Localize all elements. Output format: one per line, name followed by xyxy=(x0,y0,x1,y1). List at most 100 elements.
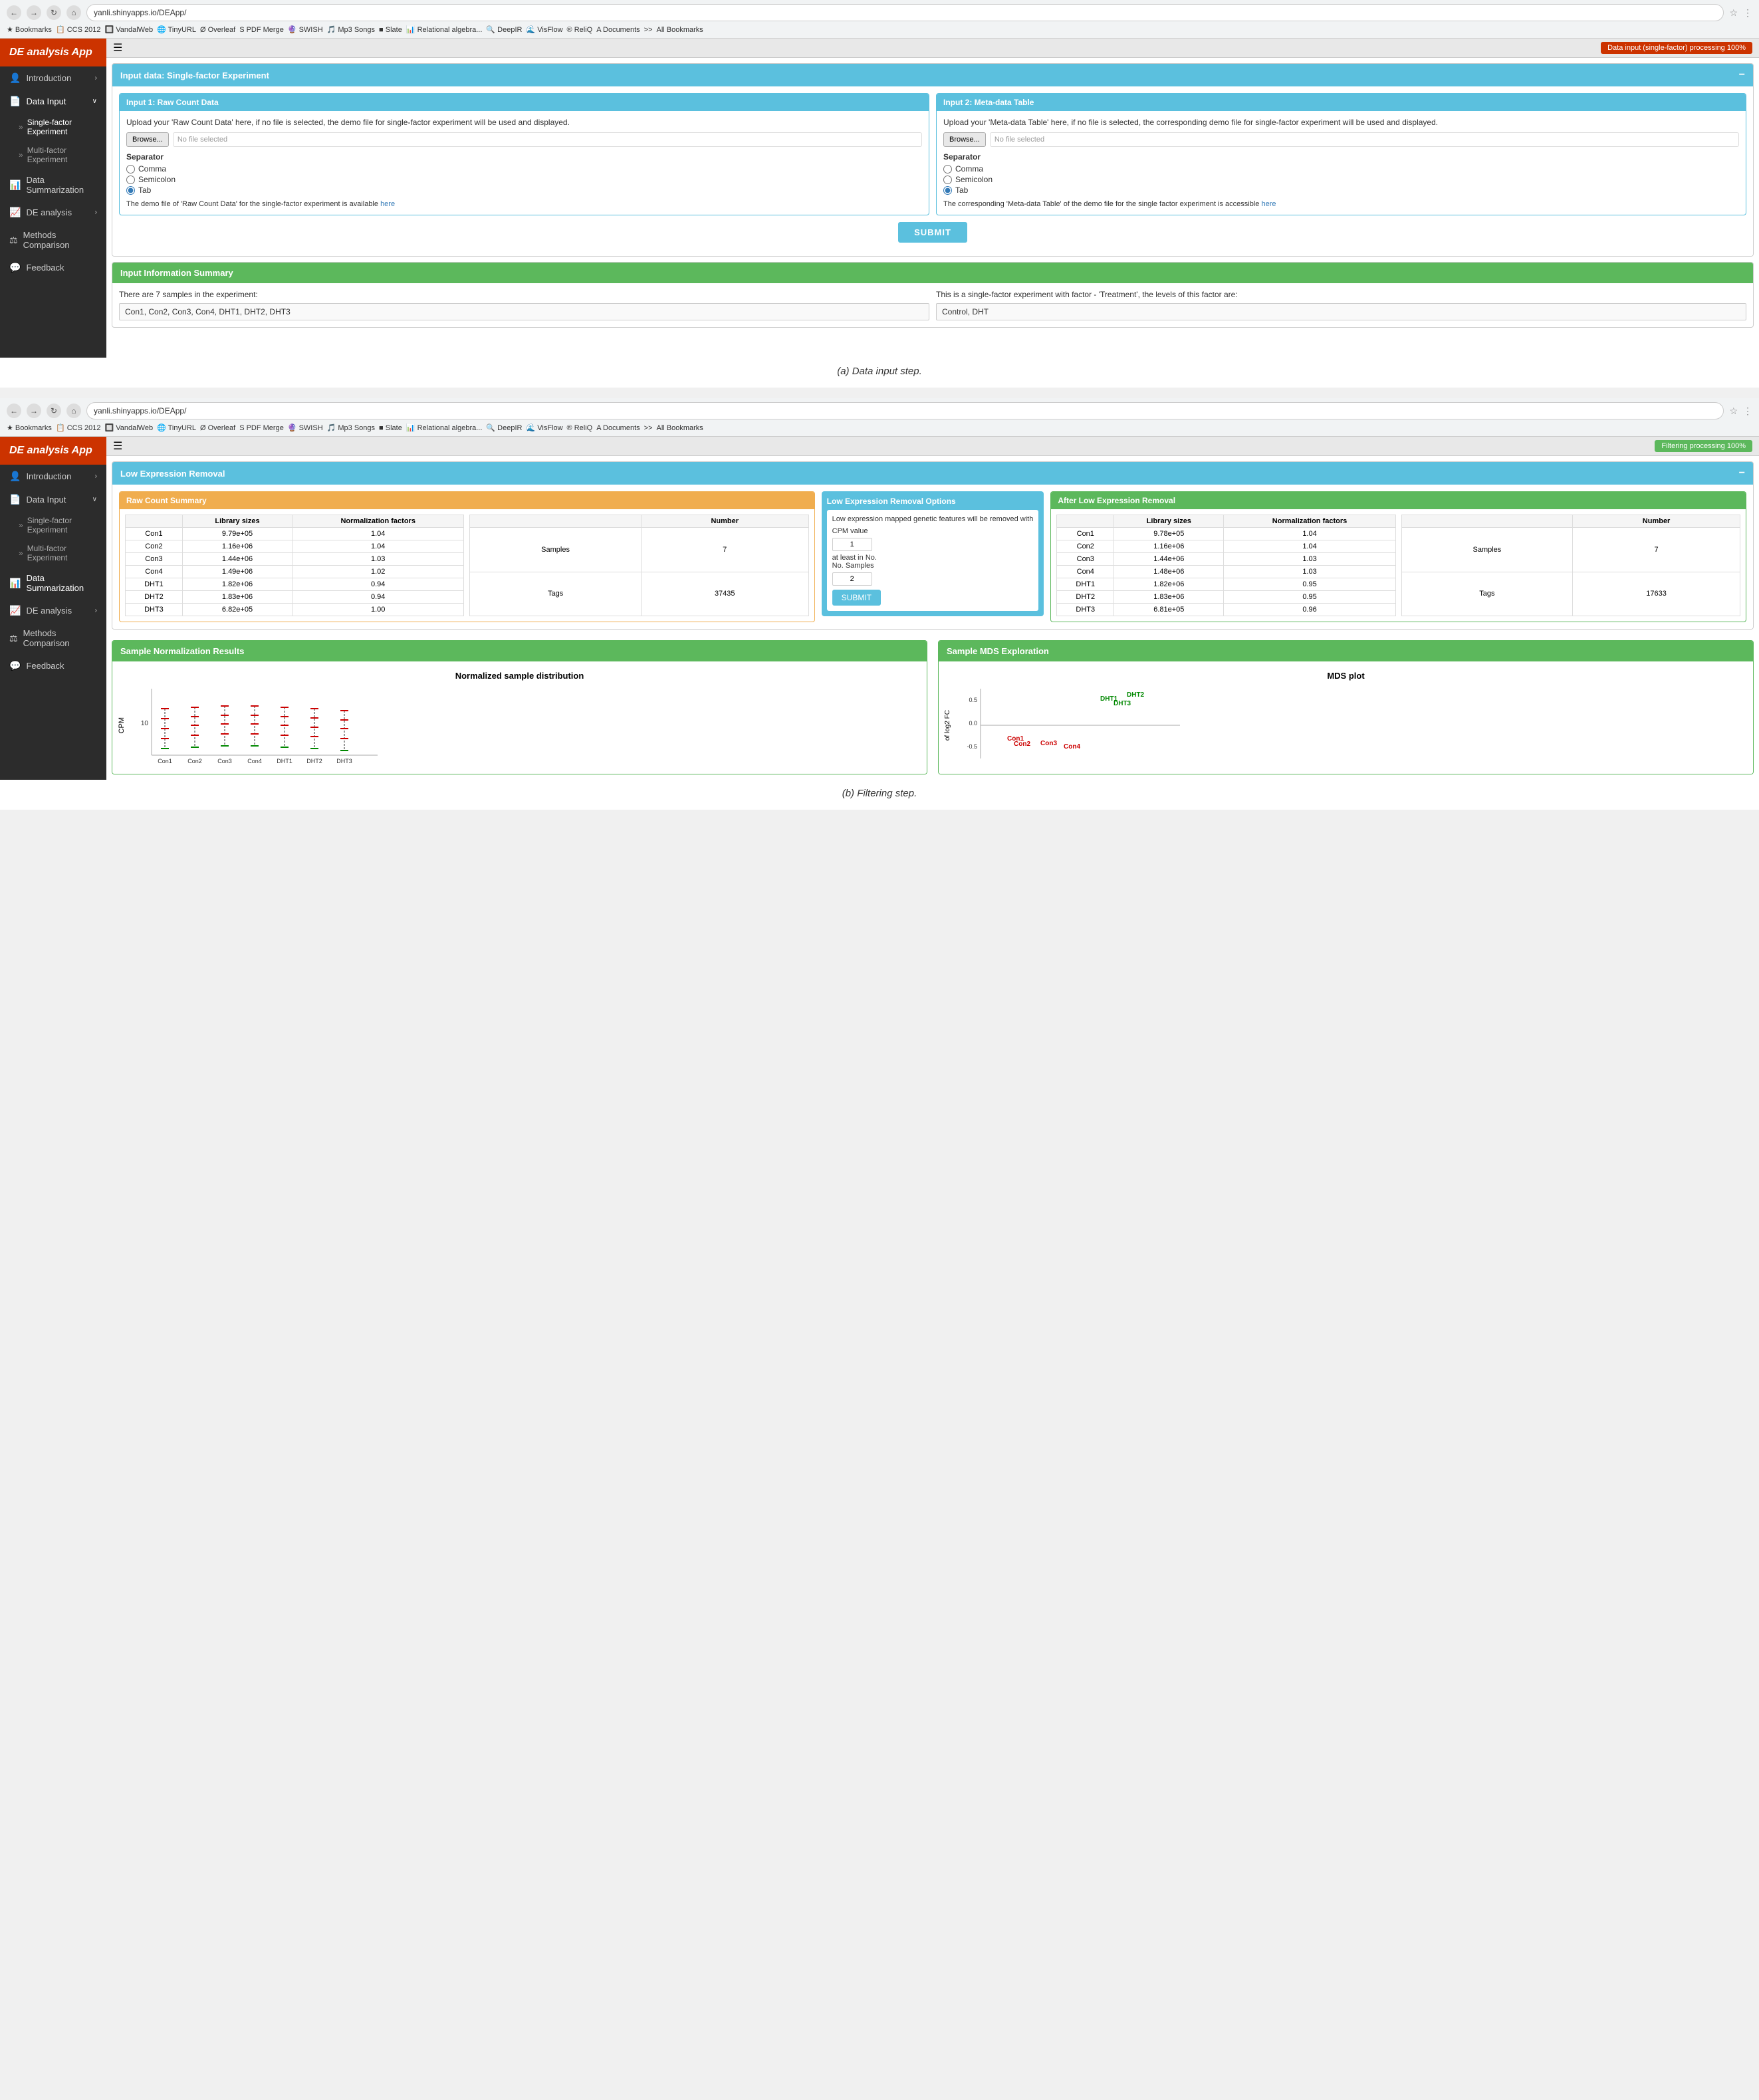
hamburger-btn-2[interactable]: ☰ xyxy=(113,439,122,453)
bookmark-visflow-2[interactable]: 🌊 VisFlow xyxy=(526,423,562,432)
bookmark-mp3[interactable]: 🎵 Mp3 Songs xyxy=(327,25,375,34)
bookmark-pdfmerge-2[interactable]: S PDF Merge xyxy=(239,424,284,432)
bookmark-vandalweb-2[interactable]: 🔲 VandalWeb xyxy=(104,423,153,432)
demo-link-2[interactable]: here xyxy=(1261,200,1276,208)
radio-input-semicolon-2[interactable] xyxy=(943,175,952,184)
back-btn[interactable]: ← xyxy=(7,5,21,20)
demo-text-1: The demo file of 'Raw Count Data' for th… xyxy=(126,200,922,208)
le-submit-btn[interactable]: SUBMIT xyxy=(832,590,881,606)
chevron-down-icon: ∨ xyxy=(92,98,97,105)
bookmark-overleaf[interactable]: Ø Overleaf xyxy=(200,26,235,34)
sidebar2-item-feedback[interactable]: 💬 Feedback xyxy=(0,654,106,677)
radio-input-comma-2[interactable] xyxy=(943,165,952,174)
radio-input-semicolon-1[interactable] xyxy=(126,175,135,184)
bookmark-all-2[interactable]: All Bookmarks xyxy=(657,424,703,432)
browse-btn-1[interactable]: Browse... xyxy=(126,132,169,147)
sidebar2-item-methods-comparison[interactable]: ⚖ Methods Comparison xyxy=(0,622,106,654)
panel-header-input: Input data: Single-factor Experiment − xyxy=(112,64,1753,86)
svg-text:-0.5: -0.5 xyxy=(967,743,977,750)
sidebar-subitem-single-factor[interactable]: Single-factor Experiment xyxy=(0,113,106,141)
panel-collapse-btn[interactable]: − xyxy=(1739,69,1745,81)
table-row: Samples7 xyxy=(470,528,808,572)
raw-count-card: Raw Count Summary Library sizes xyxy=(119,491,815,622)
col-norm-factor-ar: Normalization factors xyxy=(1224,515,1395,528)
col-ar-label xyxy=(1401,515,1573,528)
chevron-right-icon-2: › xyxy=(95,607,97,614)
sidebar2-subitem-multi-factor[interactable]: Multi-factor Experiment xyxy=(0,539,106,567)
forward-btn[interactable]: → xyxy=(27,5,41,20)
radio-tab-1[interactable]: Tab xyxy=(126,185,922,195)
refresh-btn-2[interactable]: ↻ xyxy=(47,404,61,418)
back-btn-2[interactable]: ← xyxy=(7,404,21,418)
no-samples-label2: No. Samples xyxy=(832,562,874,570)
bookmark-overleaf-2[interactable]: Ø Overleaf xyxy=(200,424,235,432)
bookmark-relational[interactable]: 📊 Relational algebra... xyxy=(406,25,483,34)
bookmark-swish-2[interactable]: 🔮 SWISH xyxy=(288,423,323,432)
home-btn[interactable]: ⌂ xyxy=(66,5,81,20)
input-card-2: Input 2: Meta-data Table Upload your 'Me… xyxy=(936,93,1746,215)
bookmark-relational-2[interactable]: 📊 Relational algebra... xyxy=(406,423,483,432)
sidebar-subitem-multi-factor[interactable]: Multi-factor Experiment xyxy=(0,141,106,169)
bookmarks-label[interactable]: ★ Bookmarks xyxy=(7,25,52,34)
bookmarks-label-2[interactable]: ★ Bookmarks xyxy=(7,423,52,432)
sidebar-item-de-analysis[interactable]: 📈 DE analysis › xyxy=(0,201,106,224)
svg-text:0.0: 0.0 xyxy=(969,720,977,727)
bookmark-deepir[interactable]: 🔍 DeepIR xyxy=(486,25,522,34)
radio-tab-2[interactable]: Tab xyxy=(943,185,1739,195)
home-btn-2[interactable]: ⌂ xyxy=(66,404,81,418)
radio-semicolon-2[interactable]: Semicolon xyxy=(943,175,1739,184)
bookmark-deepir-2[interactable]: 🔍 DeepIR xyxy=(486,423,522,432)
sidebar-item-data-input[interactable]: 📄 Data Input ∨ xyxy=(0,90,106,113)
bookmark-tinyurl-2[interactable]: 🌐 TinyURL xyxy=(157,423,196,432)
raw-count-header: Raw Count Summary xyxy=(120,492,814,509)
forward-btn-2[interactable]: → xyxy=(27,404,41,418)
bookmark-reliq-2[interactable]: ® ReliQ xyxy=(567,424,593,432)
sidebar-item-methods-comparison[interactable]: ⚖ Methods Comparison xyxy=(0,224,106,256)
radio-comma-1[interactable]: Comma xyxy=(126,164,922,174)
bookmark-docs[interactable]: A Documents xyxy=(596,26,640,34)
url-bar-2[interactable] xyxy=(86,402,1724,419)
submit-button-1[interactable]: SUBMIT xyxy=(898,222,967,243)
sidebar2-item-data-input[interactable]: 📄 Data Input ∨ xyxy=(0,488,106,511)
radio-semicolon-1[interactable]: Semicolon xyxy=(126,175,922,184)
hamburger-btn[interactable]: ☰ xyxy=(113,41,122,55)
radio-comma-2[interactable]: Comma xyxy=(943,164,1739,174)
bookmark-reliq[interactable]: ® ReliQ xyxy=(567,26,593,34)
bookmark-slate[interactable]: ■ Slate xyxy=(379,26,402,34)
sidebar2-item-data-summarization[interactable]: 📊 Data Summarization xyxy=(0,567,106,599)
sidebar2-item-de-analysis[interactable]: 📈 DE analysis › xyxy=(0,599,106,622)
bookmark-ccs-2[interactable]: 📋 CCS 2012 xyxy=(56,423,101,432)
bookmark-tinyurl[interactable]: 🌐 TinyURL xyxy=(157,25,196,34)
radio-input-tab-1[interactable] xyxy=(126,186,135,195)
refresh-btn[interactable]: ↻ xyxy=(47,5,61,20)
svg-text:Con1: Con1 xyxy=(158,758,172,764)
sidebar2-subitem-single-factor[interactable]: Single-factor Experiment xyxy=(0,511,106,539)
bookmark-visflow[interactable]: 🌊 VisFlow xyxy=(526,25,562,34)
sidebar-item-data-summarization[interactable]: 📊 Data Summarization xyxy=(0,169,106,201)
sidebar-item-feedback[interactable]: 💬 Feedback xyxy=(0,256,106,279)
bookmark-mp3-2[interactable]: 🎵 Mp3 Songs xyxy=(327,423,375,432)
bookmark-pdfmerge[interactable]: S PDF Merge xyxy=(239,26,284,34)
bookmark-all[interactable]: All Bookmarks xyxy=(657,26,703,34)
bookmark-docs-2[interactable]: A Documents xyxy=(596,424,640,432)
bookmark-more[interactable]: >> xyxy=(644,26,653,34)
sidebar-item-introduction[interactable]: 👤 Introduction › xyxy=(0,66,106,90)
bookmark-vandalweb[interactable]: 🔲 VandalWeb xyxy=(104,25,153,34)
demo-link-1[interactable]: here xyxy=(380,200,395,208)
browse-btn-2[interactable]: Browse... xyxy=(943,132,986,147)
bookmark-slate-2[interactable]: ■ Slate xyxy=(379,424,402,432)
sidebar2-item-introduction[interactable]: 👤 Introduction › xyxy=(0,465,106,488)
cpm-input[interactable] xyxy=(832,538,872,551)
bookmark-more-2[interactable]: >> xyxy=(644,424,653,432)
radio-input-comma-1[interactable] xyxy=(126,165,135,174)
bookmark-swish[interactable]: 🔮 SWISH xyxy=(288,25,323,34)
top-status-bar: ☰ Data input (single-factor) processing … xyxy=(106,39,1759,58)
at-least-label: at least in xyxy=(832,554,864,562)
bar-icon: 📈 xyxy=(9,207,21,218)
url-bar[interactable] xyxy=(86,4,1724,21)
radio-input-tab-2[interactable] xyxy=(943,186,952,195)
bookmark-ccs[interactable]: 📋 CCS 2012 xyxy=(56,25,101,34)
low-expr-collapse-btn[interactable]: − xyxy=(1739,467,1745,479)
no-samples-input[interactable] xyxy=(832,572,872,586)
status-badge-2: Filtering processing 100% xyxy=(1655,440,1752,452)
